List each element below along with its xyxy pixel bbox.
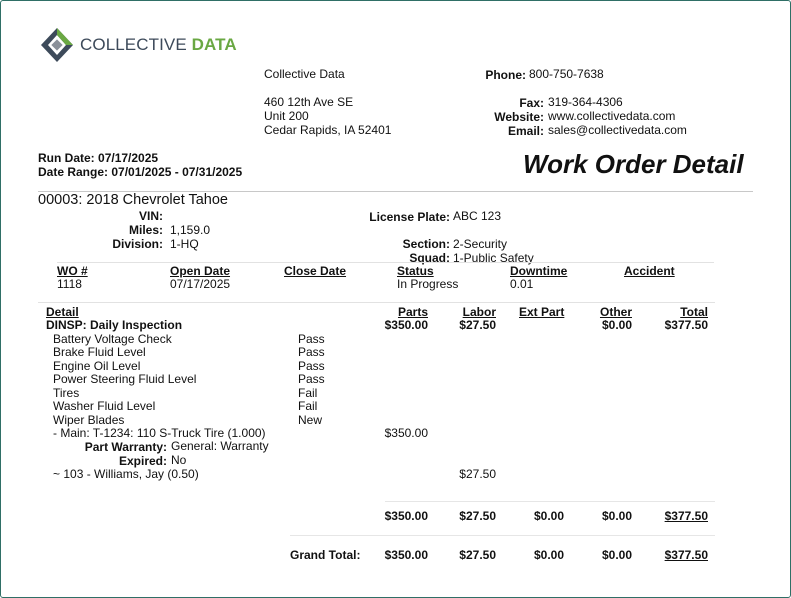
accident-header: Accident bbox=[624, 264, 675, 278]
detail-header: Detail bbox=[46, 305, 79, 319]
fax-label: Fax: bbox=[519, 96, 544, 110]
logo-word-collective: COLLECTIVE bbox=[80, 35, 192, 54]
division-value: 1-HQ bbox=[170, 237, 199, 251]
subtotal-other: $0.00 bbox=[601, 509, 632, 523]
check-result: Pass bbox=[298, 372, 325, 386]
subtotal-total: $377.50 bbox=[664, 509, 708, 523]
open-date-header: Open Date bbox=[170, 264, 231, 278]
report-title: Work Order Detail bbox=[523, 149, 744, 179]
run-date-label: Run Date: bbox=[38, 151, 95, 165]
address-line-1: 460 12th Ave SE bbox=[264, 95, 354, 109]
check-item: Wiper Blades bbox=[53, 413, 125, 427]
email-value: sales@collectivedata.com bbox=[548, 123, 687, 137]
email-label: Email: bbox=[507, 124, 544, 138]
wo-header-divider bbox=[57, 262, 714, 263]
logo-wordmark: COLLECTIVE DATA bbox=[80, 36, 237, 54]
address-line-3: Cedar Rapids, IA 52401 bbox=[264, 123, 392, 137]
run-date-value: 07/17/2025 bbox=[98, 151, 159, 165]
part-line-text: - Main: T-1234: 110 S-Truck Tire (1.000) bbox=[53, 426, 266, 440]
date-range: Date Range: 07/01/2025 - 07/31/2025 bbox=[38, 165, 242, 179]
date-range-label: Date Range: bbox=[38, 165, 109, 179]
open-date-value: 07/17/2025 bbox=[170, 277, 231, 291]
check-item: Washer Fluid Level bbox=[53, 399, 156, 413]
status-header: Status bbox=[397, 264, 434, 278]
license-plate-value: ABC 123 bbox=[453, 209, 502, 223]
division-label: Division: bbox=[112, 237, 163, 251]
labor-header: Labor bbox=[462, 305, 496, 319]
section-value: 2-Security bbox=[453, 237, 508, 251]
other-header: Other bbox=[599, 305, 632, 319]
check-result: Pass bbox=[298, 359, 325, 373]
check-result: Pass bbox=[298, 332, 325, 346]
run-date: Run Date: 07/17/2025 bbox=[38, 151, 158, 165]
part-warranty-label: Part Warranty: bbox=[84, 440, 167, 454]
phone-value: 800-750-7638 bbox=[529, 67, 604, 81]
check-result: Fail bbox=[298, 386, 318, 400]
vehicle-title: 00003: 2018 Chevrolet Tahoe bbox=[38, 192, 228, 208]
check-result: Fail bbox=[298, 399, 318, 413]
close-date-header: Close Date bbox=[284, 264, 347, 278]
downtime-header: Downtime bbox=[510, 264, 568, 278]
miles-value: 1,159.0 bbox=[170, 223, 211, 237]
subtotal-divider bbox=[385, 501, 715, 502]
check-result: Pass bbox=[298, 345, 325, 359]
check-item: Tires bbox=[53, 386, 80, 400]
company-name: Collective Data bbox=[264, 67, 345, 81]
collective-data-logo-icon bbox=[41, 28, 73, 62]
license-plate-label: License Plate: bbox=[369, 210, 450, 224]
status-value: In Progress bbox=[397, 277, 459, 291]
grand-total-divider bbox=[290, 535, 715, 536]
labor-line-labor: $27.50 bbox=[459, 467, 496, 481]
expired-label: Expired: bbox=[118, 454, 167, 468]
detail-header-divider bbox=[38, 302, 715, 303]
grand-total-total: $377.50 bbox=[664, 548, 708, 562]
total-header: Total bbox=[680, 305, 708, 319]
miles-label: Miles: bbox=[128, 223, 163, 237]
logo-word-data: DATA bbox=[191, 35, 237, 54]
date-range-value: 07/01/2025 - 07/31/2025 bbox=[111, 165, 243, 179]
task-other: $0.00 bbox=[601, 318, 632, 332]
expired-value: No bbox=[171, 453, 187, 467]
part-line-parts: $350.00 bbox=[384, 426, 428, 440]
website-value: www.collectivedata.com bbox=[548, 109, 676, 123]
fax-value: 319-364-4306 bbox=[548, 95, 623, 109]
task-name: DINSP: Daily Inspection bbox=[46, 318, 183, 332]
phone-label: Phone: bbox=[485, 68, 526, 82]
check-item: Brake Fluid Level bbox=[53, 345, 146, 359]
grand-total-other: $0.00 bbox=[601, 548, 632, 562]
check-item: Battery Voltage Check bbox=[53, 332, 172, 346]
labor-line-text: ~ 103 - Williams, Jay (0.50) bbox=[53, 467, 199, 481]
part-warranty-value: General: Warranty bbox=[171, 439, 269, 453]
check-result: New bbox=[298, 413, 323, 427]
address-line-2: Unit 200 bbox=[264, 109, 309, 123]
vin-label: VIN: bbox=[139, 209, 163, 223]
task-total: $377.50 bbox=[664, 318, 708, 332]
task-labor: $27.50 bbox=[459, 318, 496, 332]
check-item: Engine Oil Level bbox=[53, 359, 141, 373]
wo-number-value: 1118 bbox=[57, 277, 82, 291]
wo-number-header: WO # bbox=[57, 264, 88, 278]
section-label: Section: bbox=[402, 237, 450, 251]
website-label: Website: bbox=[494, 110, 544, 124]
check-item: Power Steering Fluid Level bbox=[53, 372, 197, 386]
downtime-value: 0.01 bbox=[510, 277, 534, 291]
